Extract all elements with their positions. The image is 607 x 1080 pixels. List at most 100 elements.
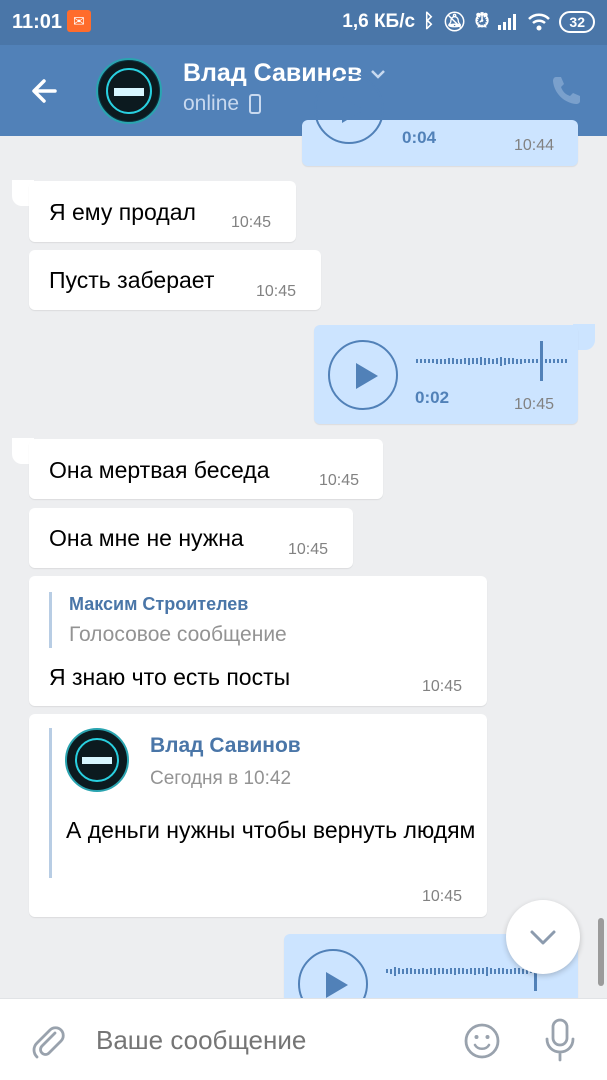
waveform-bar — [440, 358, 442, 364]
message-time: 10:45 — [319, 472, 360, 489]
forward-quote-line — [49, 728, 52, 878]
emoji-icon[interactable] — [462, 1021, 502, 1061]
battery-indicator: 32 — [559, 11, 595, 33]
waveform-bar — [446, 968, 448, 974]
waveform-bar — [436, 358, 438, 364]
incoming-reply-message[interactable]: Максим Строителев Голосовое сообщение Я … — [29, 576, 487, 706]
waveform-bar — [545, 359, 547, 363]
waveform-bar — [458, 968, 460, 974]
waveform-bar — [422, 968, 424, 974]
waveform-bar — [454, 967, 456, 975]
waveform-bar — [524, 359, 526, 363]
voice-duration: 0:04 — [402, 128, 437, 147]
scroll-to-bottom-button[interactable] — [506, 900, 580, 974]
message-time: 10:44 — [514, 137, 555, 154]
waveform-bar — [450, 968, 452, 974]
waveform-bar — [464, 358, 466, 364]
chevron-down-icon — [530, 930, 556, 945]
attach-icon[interactable] — [28, 1021, 68, 1061]
incoming-forwarded-message[interactable]: Влад Савинов Сегодня в 10:42 А деньги ну… — [29, 714, 487, 917]
waveform-bar — [540, 341, 543, 381]
voice-waveform[interactable] — [416, 341, 567, 381]
status-indicators: 1,6 КБ/с ᛒ 🔕︎ ⏰︎ 32 — [342, 9, 595, 35]
scrollbar[interactable] — [598, 918, 604, 986]
waveform-bar — [410, 968, 412, 974]
forward-date: Сегодня в 10:42 — [150, 768, 292, 789]
incoming-message[interactable]: Я ему продал 10:45 — [29, 181, 296, 242]
incoming-message[interactable]: Она мне не нужна 10:45 — [29, 508, 353, 568]
waveform-bar — [492, 358, 494, 364]
waveform-bar — [512, 358, 514, 364]
waveform-bar — [516, 358, 518, 364]
waveform-bar — [561, 359, 563, 363]
waveform-bar — [476, 358, 478, 364]
waveform-bar — [500, 356, 502, 366]
waveform-bar — [502, 968, 504, 974]
message-text: Я ему продал — [49, 199, 196, 225]
alarm-icon: ⏰︎ — [474, 11, 490, 32]
waveform-bar — [430, 968, 432, 974]
mute-icon: 🔕︎ — [442, 12, 467, 33]
waveform-bar — [504, 357, 506, 365]
message-input[interactable] — [96, 1025, 436, 1056]
outgoing-voice-message[interactable]: 0:04 10:44 — [302, 74, 578, 166]
waveform-bar — [394, 966, 396, 976]
waveform-bar — [452, 358, 454, 364]
waveform-bar — [553, 359, 555, 363]
waveform-bar — [528, 359, 530, 363]
play-button[interactable] — [314, 74, 384, 144]
waveform-bar — [418, 968, 420, 974]
wifi-icon — [528, 13, 551, 31]
message-composer — [0, 998, 607, 1080]
waveform-bar — [402, 968, 404, 974]
waveform-bar — [462, 968, 464, 974]
message-time: 10:45 — [231, 214, 272, 231]
forward-author-name[interactable]: Влад Савинов — [150, 734, 301, 758]
forward-text: А деньги нужны чтобы вернуть людям — [66, 817, 476, 843]
incoming-message[interactable]: Она мертвая беседа 10:45 — [29, 439, 383, 499]
outgoing-voice-message[interactable]: 0:02 10:45 — [314, 325, 578, 424]
bluetooth-icon: ᛒ — [423, 11, 435, 32]
message-text: Она мертвая беседа — [49, 457, 270, 483]
waveform-bar — [565, 359, 567, 363]
status-bar: 11:01 ✉ 1,6 КБ/с ᛒ 🔕︎ ⏰︎ 32 — [0, 0, 607, 45]
forward-author-avatar[interactable] — [65, 728, 129, 792]
reply-author[interactable]: Максим Строителев — [69, 594, 248, 615]
waveform-bar — [416, 359, 418, 363]
message-text: Я знаю что есть посты — [49, 664, 291, 690]
waveform-bar — [474, 967, 476, 975]
incoming-message[interactable]: Пусть заберает 10:45 — [29, 250, 321, 310]
signal-icon — [498, 14, 517, 30]
reply-snippet[interactable]: Голосовое сообщение — [69, 623, 287, 647]
mobile-icon — [249, 94, 262, 114]
waveform-bar — [432, 359, 434, 363]
message-text: Пусть заберает — [49, 267, 215, 293]
waveform-bar — [448, 358, 450, 364]
waveform-bar — [496, 358, 498, 364]
waveform-bar — [398, 968, 400, 974]
microphone-icon[interactable] — [540, 1017, 580, 1063]
waveform-bar — [438, 968, 440, 974]
waveform-bar — [494, 968, 496, 974]
notification-icon: ✉ — [67, 10, 91, 32]
contact-avatar[interactable] — [96, 58, 162, 124]
status-time: 11:01 — [12, 11, 63, 33]
message-time: 10:45 — [288, 541, 329, 558]
network-speed: 1,6 КБ/с — [342, 11, 416, 32]
avatar-logo-bar — [114, 87, 144, 96]
chevron-down-icon — [371, 69, 386, 79]
message-time: 10:45 — [514, 396, 555, 413]
online-status: online — [183, 92, 240, 115]
waveform-bar — [460, 358, 462, 364]
play-button[interactable] — [328, 340, 398, 410]
waveform-bar — [444, 358, 446, 364]
message-time: 10:45 — [422, 888, 463, 905]
back-arrow-icon[interactable] — [25, 71, 65, 111]
waveform-bar — [426, 968, 428, 974]
reply-quote-line — [49, 592, 52, 648]
phone-icon[interactable] — [549, 73, 583, 107]
waveform-bar — [484, 357, 486, 365]
waveform-bar — [468, 357, 470, 365]
waveform-bar — [390, 968, 392, 974]
waveform-bar — [386, 969, 388, 973]
